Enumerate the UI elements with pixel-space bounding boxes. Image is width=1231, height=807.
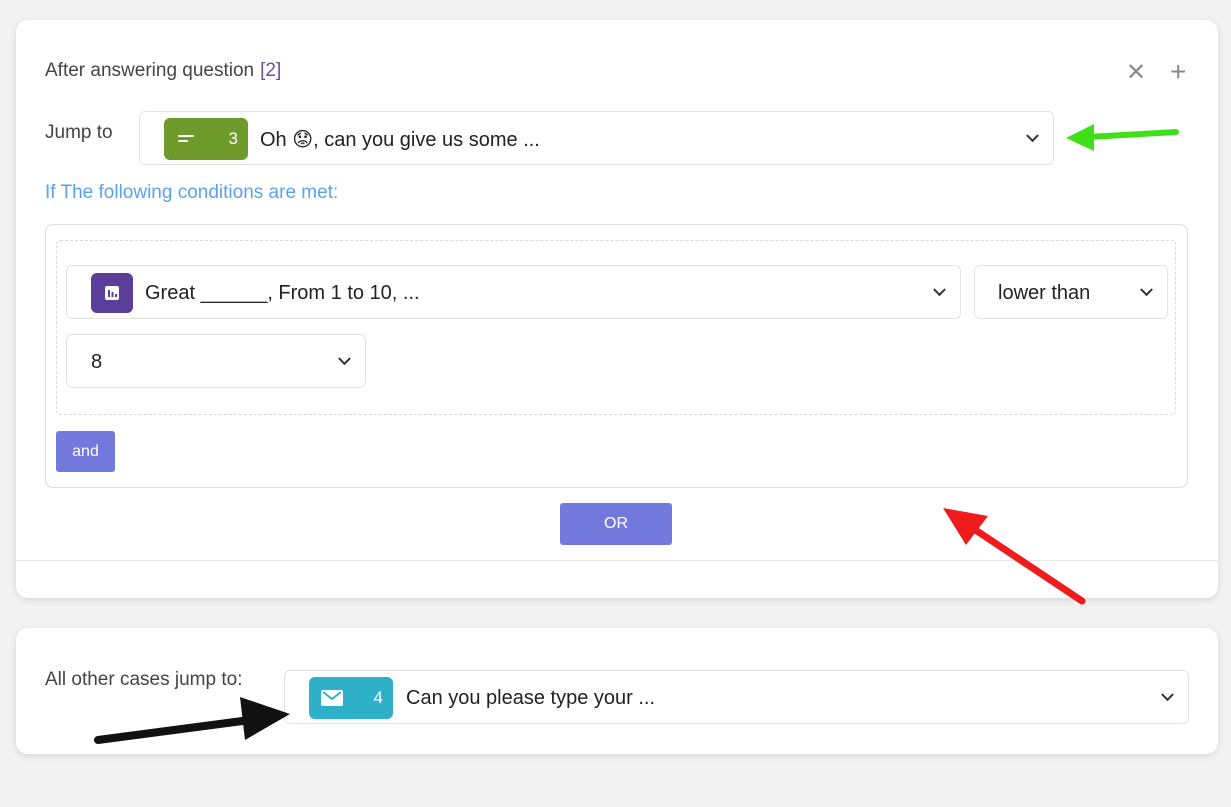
- condition-value-text: 8: [91, 351, 103, 373]
- logic-rule-card: After answering question [2] ✕ + Jump to …: [16, 20, 1218, 598]
- fallback-target-select[interactable]: 4 Can you please type your ...: [284, 670, 1189, 724]
- jump-to-label: Jump to: [45, 122, 113, 143]
- condition-row-group: Great ______, From 1 to 10, ... lower th…: [56, 240, 1176, 415]
- jump-target-text: Oh 😟, can you give us some ...: [260, 129, 540, 151]
- chevron-down-icon: [338, 352, 351, 366]
- short-text-icon: [178, 135, 194, 142]
- fallback-label: All other cases jump to:: [45, 669, 243, 690]
- fallback-target-text: Can you please type your ...: [406, 687, 656, 709]
- chevron-down-icon: [1161, 688, 1174, 702]
- condition-operator-text: lower than: [998, 282, 1091, 304]
- conditions-group: Great ______, From 1 to 10, ... lower th…: [45, 224, 1188, 488]
- jump-target-number: 3: [228, 129, 238, 148]
- fallback-target-badge: 4: [309, 677, 393, 719]
- fallback-target-number: 4: [373, 688, 383, 707]
- conditions-title: If The following conditions are met:: [45, 182, 339, 203]
- close-icon[interactable]: ✕: [1126, 61, 1146, 85]
- rule-header-text: After answering question: [45, 60, 255, 81]
- rating-chart-icon: [105, 286, 119, 300]
- question-ref: [2]: [260, 60, 282, 81]
- jump-target-badge: 3: [164, 118, 248, 160]
- fallback-rule-card: All other cases jump to: 4 Can you pleas…: [16, 628, 1218, 754]
- condition-operator-select[interactable]: lower than: [974, 265, 1168, 319]
- email-icon: [321, 690, 343, 706]
- jump-target-select[interactable]: 3 Oh 😟, can you give us some ...: [139, 111, 1054, 165]
- add-icon[interactable]: +: [1170, 58, 1186, 86]
- divider: [16, 560, 1218, 561]
- condition-question-badge: [91, 273, 133, 313]
- chevron-down-icon: [933, 283, 946, 297]
- condition-question-text: Great ______, From 1 to 10, ...: [145, 282, 420, 304]
- rule-header: After answering question [2]: [45, 60, 281, 82]
- or-button[interactable]: OR: [560, 503, 672, 545]
- condition-value-select[interactable]: 8: [66, 334, 366, 388]
- condition-question-select[interactable]: Great ______, From 1 to 10, ...: [66, 265, 961, 319]
- chevron-down-icon: [1140, 283, 1153, 297]
- and-button[interactable]: and: [56, 431, 115, 472]
- chevron-down-icon: [1026, 129, 1039, 143]
